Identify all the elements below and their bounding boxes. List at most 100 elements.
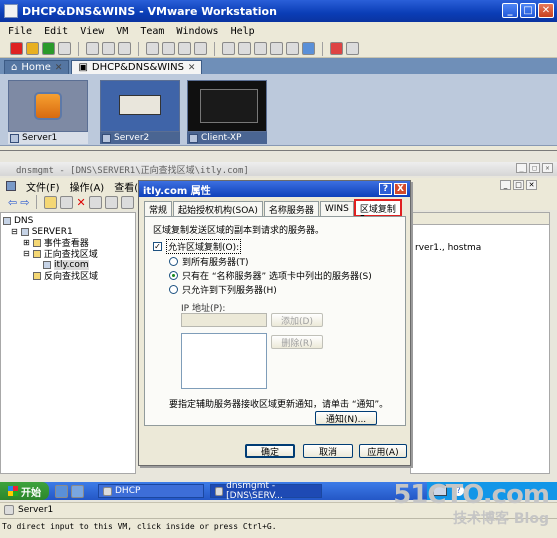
properties-icon[interactable] xyxy=(88,195,102,209)
tree-reverse-zones[interactable]: 反向查找区域 xyxy=(3,270,135,282)
power-off-icon[interactable] xyxy=(10,42,23,55)
menu-windows[interactable]: Windows xyxy=(176,26,218,37)
radio-all-servers[interactable] xyxy=(169,257,178,266)
menu-file[interactable]: File xyxy=(8,26,32,37)
allow-transfer-checkbox[interactable]: ✓ xyxy=(153,242,162,251)
quick-switch-icon[interactable] xyxy=(238,42,251,55)
menu-edit[interactable]: Edit xyxy=(44,26,68,37)
mmc-maximize-button[interactable]: □ xyxy=(529,163,540,173)
tab-home-label: Home xyxy=(21,62,51,73)
power-on-icon[interactable] xyxy=(42,42,55,55)
clone-icon[interactable] xyxy=(162,42,175,55)
tree-forward-zones[interactable]: ⊟ 正向查找区域 xyxy=(3,248,135,260)
thumbnail-client-xp[interactable]: Client-XP xyxy=(187,80,267,144)
refresh-icon[interactable] xyxy=(104,195,118,209)
collapse-icon[interactable]: ⊟ xyxy=(11,227,18,236)
option-label: 到所有服务器(T) xyxy=(182,258,249,268)
collapse-icon[interactable]: ⊟ xyxy=(23,249,30,258)
forward-arrow-icon[interactable]: ⇨ xyxy=(20,196,29,209)
mmc-close-button[interactable]: ✕ xyxy=(542,163,553,173)
tree-dns[interactable]: DNS xyxy=(3,215,135,226)
close-button[interactable]: ✕ xyxy=(538,3,554,18)
maximize-button[interactable]: □ xyxy=(520,3,536,18)
up-folder-icon[interactable] xyxy=(44,195,58,209)
record-icon[interactable] xyxy=(330,42,343,55)
show-thumbnails-icon[interactable] xyxy=(302,42,315,55)
ip-address-input[interactable] xyxy=(181,313,267,327)
appliance-view-icon[interactable] xyxy=(270,42,283,55)
thumbnail-bar-icon[interactable] xyxy=(286,42,299,55)
network-icon[interactable] xyxy=(433,485,447,496)
task-dnsmgmt[interactable]: dnsmgmt - [DNS\SERV... xyxy=(210,481,322,501)
suspend-icon[interactable] xyxy=(26,42,39,55)
child-close-button[interactable]: ✕ xyxy=(526,180,537,190)
mmc-menu-file[interactable]: 文件(F) xyxy=(26,179,60,194)
vmware-tabs: ⌂ Home ✕ ▣ DHCP&DNS&WINS ✕ xyxy=(0,58,557,74)
radio-listed-servers[interactable] xyxy=(169,285,178,294)
menu-view[interactable]: View xyxy=(80,26,104,37)
option-all-servers[interactable]: 到所有服务器(T) xyxy=(169,255,249,268)
back-arrow-icon[interactable]: ⇦ xyxy=(8,196,17,209)
tab-wins[interactable]: WINS xyxy=(319,201,354,216)
client-xp-preview xyxy=(187,80,267,132)
notify-button[interactable]: 通知(N)... xyxy=(315,411,377,425)
dialog-close-button[interactable]: X xyxy=(394,183,407,195)
snapshot-manager-icon[interactable] xyxy=(118,42,131,55)
menu-help[interactable]: Help xyxy=(231,26,255,37)
dhcp-icon xyxy=(103,486,112,496)
option-listed-servers[interactable]: 只允许到下列服务器(H) xyxy=(169,283,277,296)
record-cell[interactable]: rver1., hostma xyxy=(411,225,549,253)
show-tree-icon[interactable] xyxy=(60,195,74,209)
ok-button[interactable]: 确定 xyxy=(245,444,295,458)
thumbnail-server1[interactable]: Server1 xyxy=(8,80,88,144)
mmc-menu-action[interactable]: 操作(A) xyxy=(70,179,105,194)
radio-name-servers[interactable] xyxy=(169,271,178,280)
active-vm-name: Server1 xyxy=(18,504,54,515)
folder-icon xyxy=(32,238,41,247)
tab-home[interactable]: ⌂ Home ✕ xyxy=(4,60,70,74)
console-view-icon[interactable] xyxy=(222,42,235,55)
tab-team-close-icon[interactable]: ✕ xyxy=(188,63,196,73)
allow-transfer-row[interactable]: ✓ 允许区域复制(O): xyxy=(153,239,242,254)
tab-home-close-icon[interactable]: ✕ xyxy=(55,63,63,73)
notify-description: 要指定辅助服务器接收区域更新通知，请单击 “通知”。 xyxy=(169,400,389,410)
full-screen-icon[interactable] xyxy=(194,42,207,55)
summary-view-icon[interactable] xyxy=(254,42,267,55)
mmc-minimize-button[interactable]: _ xyxy=(516,163,527,173)
tab-general[interactable]: 常规 xyxy=(144,201,173,216)
start-button[interactable]: 开始 xyxy=(0,482,49,500)
allow-transfer-label: 允许区域复制(O): xyxy=(166,239,242,254)
option-name-servers[interactable]: 只有在 “名称服务器” 选项卡中列出的服务器(S) xyxy=(169,269,372,282)
delete-icon[interactable]: ✕ xyxy=(76,196,85,209)
minimize-button[interactable]: _ xyxy=(502,3,518,18)
task-dhcp[interactable]: DHCP xyxy=(98,484,204,498)
apply-button[interactable]: 应用(A) xyxy=(359,444,407,458)
tree-label: itly.com xyxy=(54,259,89,270)
tab-soa[interactable]: 起始授权机构(SOA) xyxy=(173,201,263,216)
snapshot-icon[interactable] xyxy=(86,42,99,55)
child-restore-button[interactable]: □ xyxy=(513,180,524,190)
help-tray-icon[interactable]: ? xyxy=(453,485,464,496)
tab-team[interactable]: ▣ DHCP&DNS&WINS ✕ xyxy=(71,60,203,74)
quick-launch-ie-icon[interactable] xyxy=(55,484,68,498)
ip-address-list[interactable] xyxy=(181,333,267,389)
remove-ip-button[interactable]: 删除(R) xyxy=(271,335,323,349)
child-minimize-button[interactable]: _ xyxy=(500,180,511,190)
cancel-button[interactable]: 取消 xyxy=(303,444,353,458)
menu-team[interactable]: Team xyxy=(140,26,164,37)
tab-name-servers[interactable]: 名称服务器 xyxy=(263,201,319,216)
add-ip-button[interactable]: 添加(D) xyxy=(271,313,323,327)
export-icon[interactable] xyxy=(120,195,134,209)
start-label: 开始 xyxy=(21,487,41,499)
thumbnail-server2[interactable]: Server2 xyxy=(100,80,180,144)
help-button[interactable]: ? xyxy=(379,183,392,195)
home-icon: ⌂ xyxy=(11,62,18,73)
team-icon[interactable] xyxy=(146,42,159,55)
revert-snapshot-icon[interactable] xyxy=(102,42,115,55)
expand-icon[interactable]: ⊞ xyxy=(23,238,30,247)
menu-vm[interactable]: VM xyxy=(116,26,128,37)
replay-icon[interactable] xyxy=(346,42,359,55)
settings-icon[interactable] xyxy=(178,42,191,55)
reset-icon[interactable] xyxy=(58,42,71,55)
quick-launch-desktop-icon[interactable] xyxy=(71,484,84,498)
